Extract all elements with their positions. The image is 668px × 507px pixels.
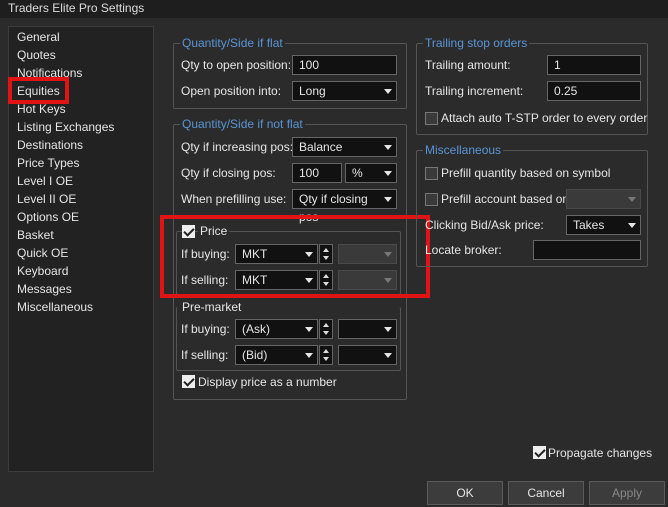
chevron-down-icon <box>305 353 313 358</box>
closing-unit-select[interactable]: % <box>345 163 397 183</box>
premarket-buying-offset-select[interactable] <box>338 319 397 339</box>
price-highlight-box <box>160 215 430 298</box>
premarket-selling-label: If selling: <box>181 348 229 362</box>
chevron-down-icon <box>305 327 313 332</box>
premarket-buying-label: If buying: <box>181 322 230 336</box>
attach-tstp-checkbox[interactable] <box>425 112 438 125</box>
cancel-button[interactable]: Cancel <box>508 481 584 505</box>
clicking-value: Takes <box>573 218 605 232</box>
locate-broker-label: Locate broker: <box>425 243 502 257</box>
premarket-selling-value: (Bid) <box>242 348 268 362</box>
sidebar-item-quotes[interactable]: Quotes <box>17 46 56 64</box>
chevron-down-icon <box>384 145 392 150</box>
prefill-account-label: Prefill account based on <box>441 192 570 206</box>
misc-legend: Miscellaneous <box>423 143 504 157</box>
trailing-legend: Trailing stop orders <box>423 36 530 50</box>
locate-broker-input[interactable] <box>533 240 641 260</box>
propagate-label: Propagate changes <box>548 446 653 460</box>
prefill-qty-checkbox[interactable] <box>425 167 438 180</box>
attach-tstp-label: Attach auto T-STP order to every order <box>441 111 648 125</box>
propagate-checkbox[interactable] <box>533 446 546 459</box>
premarket-buying-value: (Ask) <box>242 322 270 336</box>
prefill-account-select[interactable] <box>566 189 641 209</box>
prefill-qty-label: Prefill quantity based on symbol <box>441 166 611 180</box>
prefill-account-checkbox[interactable] <box>425 193 438 206</box>
clicking-label: Clicking Bid/Ask price: <box>425 218 544 232</box>
trailing-increment-label: Trailing increment: <box>425 84 524 98</box>
qty-open-label: Qty to open position: <box>181 58 292 72</box>
trailing-amount-label: Trailing amount: <box>425 58 511 72</box>
sidebar-item-keyboard[interactable]: Keyboard <box>17 262 68 280</box>
qty-not-flat-legend: Quantity/Side if not flat <box>180 117 305 131</box>
apply-button[interactable]: Apply <box>589 481 665 505</box>
closing-input[interactable]: 100 <box>292 163 342 183</box>
qty-open-input[interactable]: 100 <box>292 55 397 75</box>
open-into-value: Long <box>299 84 326 98</box>
chevron-down-icon <box>384 89 392 94</box>
display-price-label: Display price as a number <box>198 375 337 389</box>
premarket-selling-select[interactable]: (Bid) <box>235 345 318 365</box>
premarket-selling-offset-select[interactable] <box>338 345 397 365</box>
chevron-down-icon <box>628 197 636 202</box>
chevron-down-icon <box>384 327 392 332</box>
sidebar-item-general[interactable]: General <box>17 28 60 46</box>
sidebar-item-miscellaneous[interactable]: Miscellaneous <box>17 298 93 316</box>
sidebar-item-messages[interactable]: Messages <box>17 280 72 298</box>
display-price-checkbox[interactable] <box>182 375 195 388</box>
sidebar-item-basket[interactable]: Basket <box>17 226 54 244</box>
clicking-select[interactable]: Takes <box>566 215 641 235</box>
chevron-down-icon <box>384 171 392 176</box>
chevron-down-icon <box>628 223 636 228</box>
open-into-select[interactable]: Long <box>292 81 397 101</box>
increasing-select[interactable]: Balance <box>292 137 397 157</box>
sidebar-item-price-types[interactable]: Price Types <box>17 154 79 172</box>
closing-label: Qty if closing pos: <box>181 166 276 180</box>
sidebar-item-listing-exchanges[interactable]: Listing Exchanges <box>17 118 114 136</box>
qty-flat-legend: Quantity/Side if flat <box>180 36 285 50</box>
sidebar-item-level-i-oe[interactable]: Level I OE <box>17 172 73 190</box>
premarket-selling-spinner[interactable] <box>319 345 333 365</box>
increasing-label: Qty if increasing pos: <box>181 140 294 154</box>
premarket-buying-spinner[interactable] <box>319 319 333 339</box>
chevron-down-icon <box>384 197 392 202</box>
closing-unit-value: % <box>352 166 363 180</box>
ok-button[interactable]: OK <box>427 481 503 505</box>
prefill-use-select[interactable]: Qty if closing pos <box>292 189 397 224</box>
sidebar-item-destinations[interactable]: Destinations <box>17 136 83 154</box>
title-bar: Traders Elite Pro Settings <box>0 0 668 18</box>
sidebar-item-quick-oe[interactable]: Quick OE <box>17 244 68 262</box>
trailing-amount-input[interactable]: 1 <box>547 55 641 75</box>
open-into-label: Open position into: <box>181 84 282 98</box>
equities-highlight-box <box>8 77 69 104</box>
chevron-down-icon <box>384 353 392 358</box>
increasing-value: Balance <box>299 140 343 154</box>
premarket-buying-select[interactable]: (Ask) <box>235 319 318 339</box>
trailing-increment-input[interactable]: 0.25 <box>547 81 641 101</box>
sidebar-item-level-ii-oe[interactable]: Level II OE <box>17 190 76 208</box>
window-title: Traders Elite Pro Settings <box>8 1 145 15</box>
sidebar-item-options-oe[interactable]: Options OE <box>17 208 79 226</box>
prefill-use-label: When prefilling use: <box>181 192 287 206</box>
